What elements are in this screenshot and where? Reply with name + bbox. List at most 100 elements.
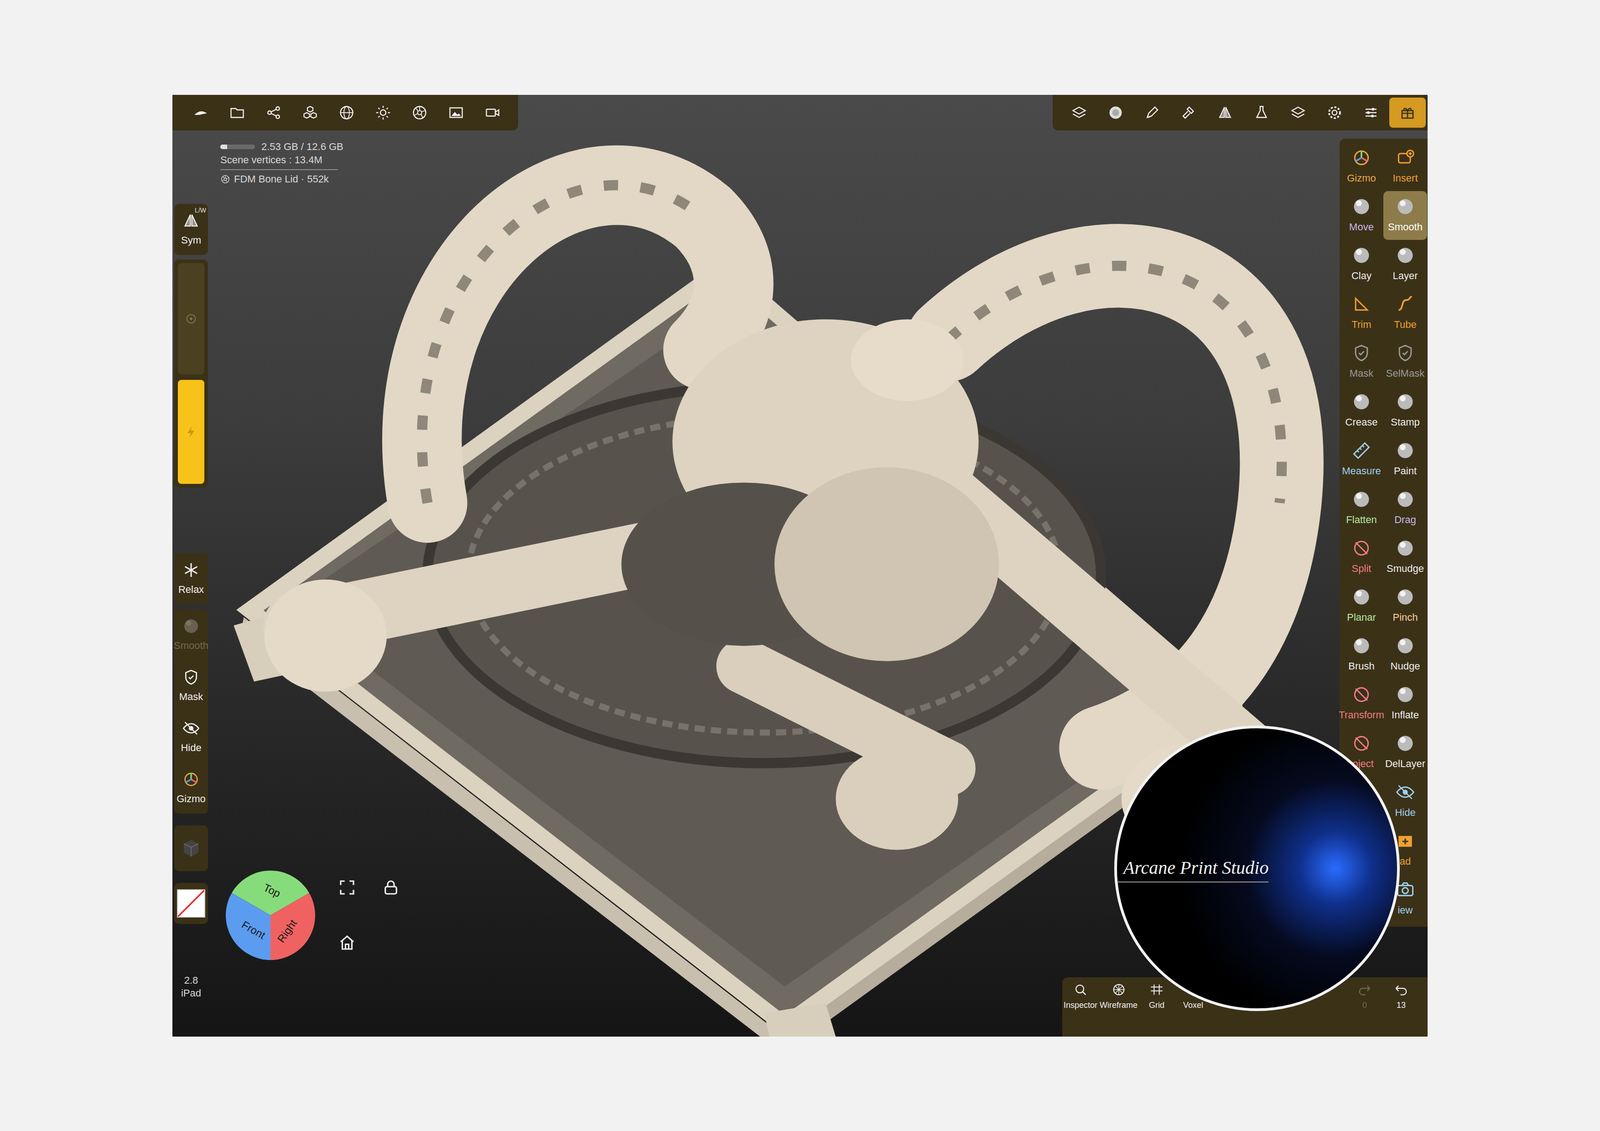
intensity-slider[interactable] <box>177 379 205 484</box>
quick-tool[interactable]: Smooth <box>174 609 208 661</box>
tool-button[interactable]: Inflate <box>1383 679 1428 728</box>
toolbar-button[interactable] <box>1352 97 1390 128</box>
tool-button[interactable]: DelLayer <box>1383 727 1428 777</box>
split-icon <box>1351 733 1372 757</box>
fullscreen-button[interactable] <box>335 876 359 899</box>
toolbar-button[interactable] <box>328 97 365 128</box>
view-option[interactable]: Wireframe <box>1098 981 1139 1012</box>
toolbar-button[interactable] <box>1243 97 1280 128</box>
toolbar-button[interactable] <box>401 97 438 128</box>
front-face[interactable]: Front <box>239 918 268 942</box>
top-face[interactable]: Top <box>261 881 283 900</box>
symmetry-button[interactable]: L/WSym <box>174 203 208 255</box>
toolbar-button[interactable] <box>1133 97 1171 128</box>
brush-icon <box>1395 391 1416 415</box>
undo-icon <box>1393 981 1409 1000</box>
tool-button[interactable]: Drag <box>1383 483 1428 533</box>
smooth-icon <box>181 617 201 639</box>
tool-button[interactable]: Smudge <box>1383 532 1428 582</box>
toolbar-button[interactable] <box>364 97 402 128</box>
redo-icon <box>1356 981 1373 1000</box>
toolbar-button[interactable] <box>291 97 329 128</box>
tool-button[interactable]: Paint <box>1383 435 1428 484</box>
right-face[interactable]: Right <box>275 917 300 945</box>
gear-icon <box>1326 104 1343 121</box>
view-option-label: Voxel <box>1183 999 1204 1012</box>
home-button[interactable] <box>335 931 359 955</box>
tool-button[interactable]: Clay <box>1339 239 1384 289</box>
tool-button[interactable]: SelMask <box>1383 337 1428 387</box>
undo-button[interactable]: 13 <box>1382 981 1420 1012</box>
toolbar-button[interactable] <box>1206 97 1244 128</box>
tool-button[interactable]: Transform <box>1339 679 1384 728</box>
tool-button[interactable]: Gizmo <box>1339 142 1384 192</box>
toolbar-button[interactable] <box>218 97 256 128</box>
quick-tool[interactable]: Mask <box>174 660 208 712</box>
toolbar-button[interactable] <box>437 97 475 128</box>
tool-button[interactable]: Smooth <box>1383 191 1428 240</box>
tool-button[interactable]: Brush <box>1339 630 1384 680</box>
material-button[interactable] <box>174 825 208 872</box>
tool-button[interactable]: Crease <box>1339 386 1384 436</box>
toolbar-button[interactable] <box>1170 97 1207 128</box>
mesh-row[interactable]: FDM Bone Lid · 552k <box>220 172 344 187</box>
sun-icon <box>374 104 392 121</box>
tool-button[interactable]: Pinch <box>1383 581 1428 631</box>
view-option[interactable]: Inspector <box>1062 981 1099 1012</box>
toolbar-button[interactable] <box>1316 97 1353 128</box>
settings-toolbar <box>1052 94 1428 131</box>
tool-button[interactable]: Layer <box>1383 239 1428 289</box>
tool-label: Smooth <box>1387 219 1423 235</box>
view-option[interactable]: Grid <box>1138 981 1175 1012</box>
lock-button[interactable] <box>379 876 403 899</box>
version-number: 2.8 <box>174 974 208 988</box>
tool-button[interactable]: Trim <box>1339 288 1384 338</box>
tool-button[interactable]: Measure <box>1339 435 1384 484</box>
tool-button[interactable]: Flatten <box>1339 483 1384 533</box>
insert-icon <box>1395 147 1416 171</box>
viewport[interactable]: 2.53 GB / 12.6 GBScene vertices : 13.4MF… <box>172 94 1428 1037</box>
brush-icon <box>1395 489 1416 513</box>
symmetry-icon <box>181 211 201 233</box>
toolbar-button[interactable] <box>474 97 511 128</box>
tool-button[interactable]: Split <box>1339 532 1384 582</box>
video-icon <box>484 104 501 121</box>
app-icon <box>192 104 209 121</box>
quick-tool[interactable]: Gizmo <box>174 762 208 814</box>
memory-usage: 2.53 GB / 12.6 GB <box>261 140 344 154</box>
toolbar-button[interactable] <box>182 97 219 128</box>
tool-button[interactable]: Nudge <box>1383 630 1428 680</box>
tool-label: Insert <box>1392 170 1418 186</box>
radius-slider[interactable] <box>177 263 205 375</box>
color-button[interactable] <box>174 883 208 925</box>
tool-label: Measure <box>1341 463 1382 479</box>
brush-icon <box>1395 635 1416 659</box>
toolbar-button[interactable] <box>1279 97 1317 128</box>
tool-button[interactable]: Stamp <box>1383 386 1428 436</box>
relax-button[interactable]: Relax <box>174 553 208 605</box>
tool-label: Trim <box>1351 316 1372 333</box>
flask-icon <box>1253 104 1270 121</box>
watermark-logo: Arcane Print Studio <box>1114 725 1400 1012</box>
quick-tool[interactable]: Hide <box>174 711 208 763</box>
toolbar-button[interactable] <box>1389 97 1426 128</box>
radius-icon <box>183 311 199 327</box>
relax-icon <box>181 561 201 582</box>
tool-button[interactable]: Mask <box>1339 337 1384 387</box>
tool-icon <box>1180 104 1197 121</box>
tool-button[interactable]: Insert <box>1383 142 1428 192</box>
toolbar-button[interactable] <box>1060 97 1098 128</box>
tool-button[interactable]: Planar <box>1339 581 1384 631</box>
redo-button[interactable]: 0 <box>1346 981 1383 1012</box>
tool-button[interactable]: Move <box>1339 191 1384 240</box>
gizmo-icon <box>1351 147 1372 171</box>
quick-tool-label: Gizmo <box>176 791 206 807</box>
toolbar-button[interactable] <box>1097 97 1134 128</box>
tool-label: iew <box>1397 902 1413 918</box>
toolbar-button[interactable] <box>255 97 292 128</box>
layers-icon <box>1289 104 1307 121</box>
tool-button[interactable]: Tube <box>1383 288 1428 338</box>
view-cube[interactable]: Top Front Right <box>225 870 316 961</box>
brush-icon <box>1351 635 1372 659</box>
brush-icon <box>1395 587 1416 610</box>
